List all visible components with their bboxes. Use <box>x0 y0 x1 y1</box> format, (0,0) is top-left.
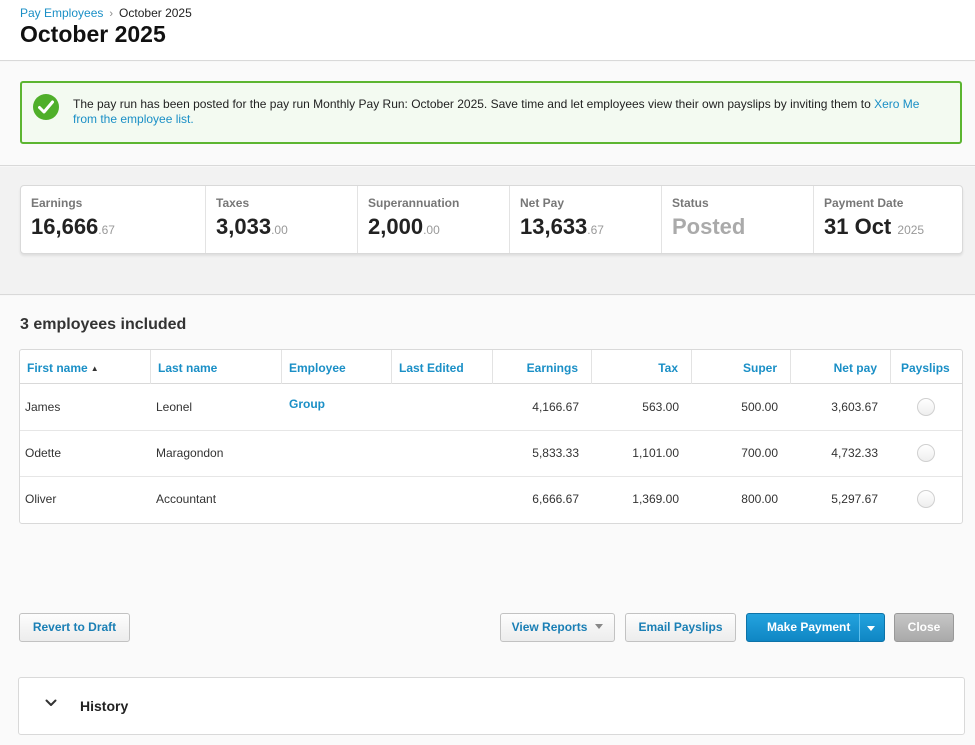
column-first-name-label: First name <box>27 361 88 375</box>
last-name-cell: Accountant <box>156 492 217 506</box>
employee-group-cell <box>282 385 392 431</box>
make-payment-label: Make Payment <box>767 620 851 634</box>
superannuation-value: 2,000.00 <box>368 214 499 240</box>
column-payslips: Payslips <box>901 361 950 375</box>
net-pay-cell: 5,297.67 <box>831 492 878 506</box>
make-payment-button[interactable]: Make Payment <box>746 613 885 642</box>
earnings-label: Earnings <box>31 196 83 210</box>
net-pay-cell: 4,732.33 <box>831 446 878 460</box>
success-message-text: The pay run has been posted for the pay … <box>73 97 875 111</box>
table-header: First name ▲ Last name Employee Group Las… <box>20 350 962 411</box>
payment-date-value: 31 Oct 2025 <box>824 214 952 240</box>
first-name-cell: Odette <box>25 446 62 460</box>
super-cell: 800.00 <box>741 492 778 506</box>
payment-date-year: 2025 <box>897 223 925 237</box>
breadcrumb-separator: › <box>109 8 114 20</box>
taxes-value: 3,033.00 <box>216 214 347 240</box>
breadcrumb-current: October 2025 <box>119 6 192 20</box>
column-tax[interactable]: Tax <box>592 350 692 384</box>
tax-cell: 563.00 <box>642 400 679 414</box>
column-last-edited[interactable]: Last Edited <box>392 350 493 384</box>
sort-ascending-icon: ▲ <box>90 364 99 373</box>
net-pay-whole: 13,633 <box>520 214 588 239</box>
payslip-select-radio[interactable] <box>917 398 935 416</box>
notification-area: The pay run has been posted for the pay … <box>0 62 975 166</box>
payslip-select-radio[interactable] <box>917 444 935 462</box>
earnings-whole: 16,666 <box>31 214 99 239</box>
earnings-cell: 4,166.67 <box>532 400 579 414</box>
superannuation-stat: Superannuation 2,000.00 <box>358 186 510 253</box>
employees-section: 3 employees included First name ▲ Last na… <box>0 296 975 745</box>
table-row[interactable]: James Leonel 4,166.67 563.00 500.00 3,60… <box>20 385 962 431</box>
last-name-cell: Leonel <box>156 400 193 414</box>
superannuation-label: Superannuation <box>368 196 460 210</box>
payment-date-stat: Payment Date 31 Oct 2025 <box>814 186 962 253</box>
page-header: Pay Employees › October 2025 October 2025 <box>0 0 975 61</box>
chevron-down-icon <box>595 624 604 629</box>
column-employee-group[interactable]: Employee Group <box>282 350 392 411</box>
make-payment-dropdown-icon[interactable] <box>867 626 875 631</box>
taxes-stat: Taxes 3,033.00 <box>206 186 358 253</box>
last-edited-cell <box>392 431 493 477</box>
net-pay-stat: Net Pay 13,633.67 <box>510 186 662 253</box>
page-title: October 2025 <box>20 21 166 47</box>
super-cell: 700.00 <box>741 446 778 460</box>
email-payslips-button[interactable]: Email Payslips <box>625 613 736 642</box>
view-reports-label: View Reports <box>511 620 588 634</box>
column-last-name[interactable]: Last name <box>151 350 282 384</box>
status-label: Status <box>672 196 709 210</box>
success-banner: The pay run has been posted for the pay … <box>20 81 962 144</box>
employee-group-cell <box>282 431 392 477</box>
net-pay-value: 13,633.67 <box>520 214 651 240</box>
pay-run-summary: Earnings 16,666.67 Taxes 3,033.00 Supera… <box>20 185 963 254</box>
tax-cell: 1,369.00 <box>632 492 679 506</box>
payment-date-label: Payment Date <box>824 196 904 210</box>
earnings-stat: Earnings 16,666.67 <box>21 186 206 253</box>
close-button[interactable]: Close <box>894 613 954 642</box>
status-value: Posted <box>672 214 746 239</box>
superannuation-decimal: .00 <box>423 223 440 237</box>
revert-to-draft-button[interactable]: Revert to Draft <box>19 613 130 642</box>
view-reports-button[interactable]: View Reports <box>500 613 615 642</box>
split-divider <box>859 614 860 641</box>
employee-group-cell <box>282 477 392 523</box>
taxes-decimal: .00 <box>271 223 288 237</box>
taxes-whole: 3,033 <box>216 214 272 239</box>
earnings-cell: 6,666.67 <box>532 492 579 506</box>
employees-table: First name ▲ Last name Employee Group Las… <box>19 349 963 524</box>
breadcrumb: Pay Employees › October 2025 <box>20 6 192 20</box>
first-name-cell: James <box>25 400 61 414</box>
earnings-cell: 5,833.33 <box>532 446 579 460</box>
super-cell: 500.00 <box>741 400 778 414</box>
history-panel[interactable]: History <box>18 677 965 735</box>
tax-cell: 1,101.00 <box>632 446 679 460</box>
employees-heading: 3 employees included <box>20 316 187 333</box>
last-name-cell: Maragondon <box>156 446 224 460</box>
payslip-select-radio[interactable] <box>917 490 935 508</box>
first-name-cell: Oliver <box>25 492 57 506</box>
breadcrumb-pay-employees-link[interactable]: Pay Employees <box>20 6 103 20</box>
summary-area: Earnings 16,666.67 Taxes 3,033.00 Supera… <box>0 167 975 295</box>
success-check-icon <box>33 94 59 120</box>
earnings-decimal: .67 <box>98 223 115 237</box>
last-edited-cell <box>392 477 493 523</box>
net-pay-decimal: .67 <box>587 223 604 237</box>
superannuation-whole: 2,000 <box>368 214 424 239</box>
table-row[interactable]: Odette Maragondon 5,833.33 1,101.00 700.… <box>20 431 962 477</box>
earnings-value: 16,666.67 <box>31 214 195 240</box>
success-message: The pay run has been posted for the pay … <box>73 97 943 127</box>
column-super[interactable]: Super <box>692 350 791 384</box>
column-first-name[interactable]: First name ▲ <box>20 350 151 384</box>
net-pay-label: Net Pay <box>520 196 565 210</box>
column-earnings[interactable]: Earnings <box>493 350 592 384</box>
net-pay-cell: 3,603.67 <box>831 400 878 414</box>
taxes-label: Taxes <box>216 196 250 210</box>
column-net-pay[interactable]: Net pay <box>791 350 891 384</box>
last-edited-cell <box>392 385 493 431</box>
payment-date-main: 31 Oct <box>824 214 892 239</box>
status-stat: Status Posted <box>662 186 814 253</box>
history-title: History <box>80 698 129 714</box>
chevron-down-icon[interactable] <box>45 699 57 707</box>
table-row[interactable]: Oliver Accountant 6,666.67 1,369.00 800.… <box>20 477 962 523</box>
